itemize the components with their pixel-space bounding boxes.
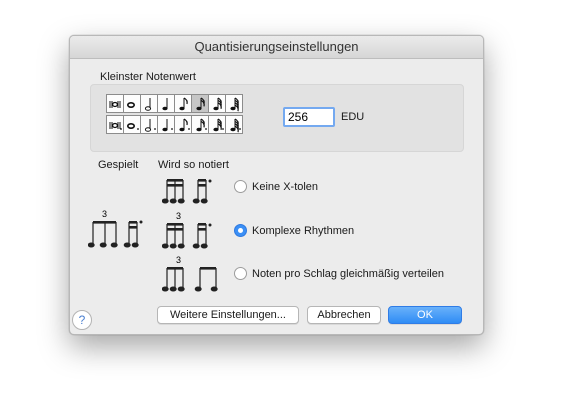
cancel-button[interactable]: Abbrechen [307,306,381,324]
half-note-icon [144,97,152,111]
option-complex-rhythms[interactable]: Komplexe Rhythmen [234,224,354,237]
played-rhythm-icon: 3 [88,209,143,248]
note-row-dotted [106,115,243,134]
breve-dotted-note-icon [109,121,122,130]
ok-button[interactable]: OK [388,306,462,324]
note-cell-thirtysecond-dotted[interactable] [208,115,226,134]
smallest-note-label: Kleinster Notenwert [100,71,196,83]
note-cell-half-dotted[interactable] [140,115,158,134]
option-even-distribution[interactable]: Noten pro Schlag gleichmäßig verteilen [234,267,444,280]
help-button[interactable]: ? [72,310,92,330]
whole-dotted-note-icon [126,122,139,130]
sixtyfourth-dotted-note-icon [230,117,241,132]
option-no-tuplets-label: Keine X-tolen [252,180,319,193]
note-cell-sixteenth-dotted[interactable] [191,115,209,134]
radio-no-tuplets[interactable] [234,180,247,193]
half-dotted-note-icon [144,118,156,132]
radio-complex-rhythms[interactable] [234,224,247,237]
even-tuplet-number: 3 [176,255,181,265]
note-cell-breve-dotted[interactable] [106,115,124,134]
eighth-dotted-note-icon [179,117,190,131]
smallest-note-group: EDU [90,84,464,152]
note-cell-quarter[interactable] [157,94,175,113]
thirtysecond-dotted-note-icon [213,117,224,131]
note-cell-sixtyfourth[interactable] [225,94,243,113]
note-cell-sixtyfourth-dotted[interactable] [225,115,243,134]
notated-label: Wird so notiert [158,159,229,171]
played-label: Gespielt [98,159,139,171]
sixteenth-dotted-note-icon [196,117,207,131]
quantization-dialog: Quantisierungseinstellungen Kleinster No… [69,35,484,335]
breve-note-icon [109,100,121,108]
note-cell-half[interactable] [140,94,158,113]
more-settings-button[interactable]: Weitere Einstellungen... [157,306,299,324]
quarter-note-icon [162,97,168,110]
rhythm-no-tuplets-icon [162,179,212,204]
thirtysecond-note-icon [213,96,222,110]
note-cell-whole-dotted[interactable] [123,115,141,134]
rhythm-even-distribution-icon: 3 [162,255,218,292]
eighth-note-icon [179,96,188,110]
quarter-dotted-note-icon [162,118,173,131]
option-complex-rhythms-label: Komplexe Rhythmen [252,224,355,237]
option-even-distribution-label: Noten pro Schlag gleichmäßig verteilen [252,267,444,280]
note-cell-quarter-dotted[interactable] [157,115,175,134]
note-cell-whole[interactable] [123,94,141,113]
whole-note-icon [126,101,136,108]
note-row-plain [106,94,243,113]
note-cell-breve[interactable] [106,94,124,113]
played-tuplet-number: 3 [102,209,107,219]
option-no-tuplets[interactable]: Keine X-tolen [234,180,318,193]
note-value-grid [106,94,243,134]
complex-tuplet-number: 3 [176,211,181,221]
radio-even-distribution[interactable] [234,267,247,280]
sixteenth-note-icon [196,96,205,110]
note-cell-eighth[interactable] [174,94,192,113]
note-cell-sixteenth[interactable] [191,94,209,113]
note-cell-eighth-dotted[interactable] [174,115,192,134]
sixtyfourth-note-icon [230,96,239,111]
edu-unit-label: EDU [341,111,365,123]
note-cell-thirtysecond[interactable] [208,94,226,113]
rhythm-complex-icon: 3 [162,211,212,249]
window-title: Quantisierungseinstellungen [70,36,483,59]
edu-input[interactable] [283,107,335,127]
